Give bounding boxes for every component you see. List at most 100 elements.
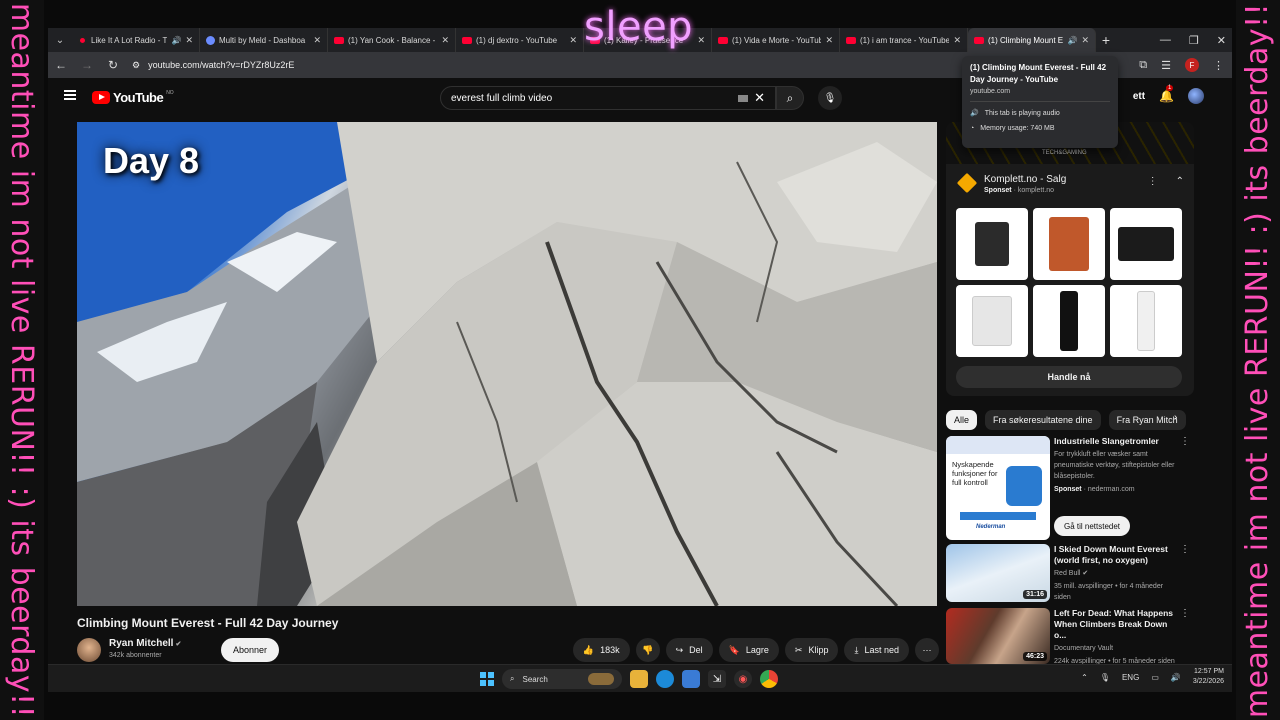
menu-icon[interactable]: ⋮ — [1213, 59, 1224, 72]
tab-hover-card: (1) Climbing Mount Everest - Full 42 Day… — [962, 56, 1118, 148]
address-bar[interactable]: ⚙ youtube.com/watch?v=rDYZr8Uz2rE — [132, 60, 294, 71]
close-tab-icon[interactable]: ✕ — [441, 35, 449, 46]
more-icon[interactable]: ⋮ — [1180, 544, 1190, 555]
youtube-logo[interactable]: YouTube NO — [92, 90, 174, 105]
thumbnail[interactable]: Nyskapende funksjoner for full kontroll … — [946, 436, 1050, 540]
close-window-icon[interactable]: ✕ — [1217, 34, 1226, 47]
product-fridge-black[interactable] — [1033, 285, 1105, 357]
language-indicator[interactable]: ENG — [1122, 673, 1139, 682]
thumbnail[interactable]: 31:16 — [946, 544, 1050, 602]
clip-button[interactable]: ✂ Klipp — [784, 638, 839, 662]
clear-search-icon[interactable]: ✕ — [754, 90, 765, 106]
share-button[interactable]: ↪ Del — [665, 638, 713, 662]
network-icon[interactable]: ▭ — [1151, 673, 1159, 682]
close-tab-icon[interactable]: ✕ — [569, 35, 577, 46]
mic-icon[interactable]: 🎙 — [1100, 673, 1110, 682]
extensions-icon[interactable]: ⧉ — [1139, 59, 1147, 72]
taskbar-search[interactable]: ⌕ Search — [502, 669, 622, 689]
tab-1[interactable]: Like It A Lot Radio - T 🔊 ✕ — [72, 28, 200, 52]
dislike-button[interactable]: 👎 — [635, 638, 660, 662]
video-player[interactable]: Day 8 — [77, 122, 937, 606]
ad-advertiser[interactable]: Komplett.no - Salg — [984, 174, 1066, 185]
youtube-icon — [974, 36, 984, 44]
site-info-icon[interactable]: ⚙ — [132, 60, 140, 71]
new-tab-button[interactable]: + — [1096, 32, 1116, 48]
tab-7[interactable]: (1) i am trance - YouTube ✕ — [840, 28, 968, 52]
close-tab-icon[interactable]: ✕ — [697, 35, 705, 46]
scissors-icon: ✂ — [794, 644, 803, 655]
save-button[interactable]: 🔖 Lagre — [718, 638, 779, 662]
close-tab-icon[interactable]: ✕ — [953, 35, 961, 46]
chip-all[interactable]: Alle — [946, 410, 978, 430]
chevron-up-icon[interactable]: ⌃ — [1081, 673, 1088, 682]
reading-list-icon[interactable]: ☰ — [1161, 59, 1171, 72]
clock[interactable]: 12:57 PM 3/22/2026 — [1193, 667, 1224, 687]
more-icon[interactable]: ⋮ — [1180, 608, 1190, 619]
volume-icon[interactable]: 🔊 — [1171, 673, 1181, 682]
product-robot-vacuum[interactable] — [956, 285, 1028, 357]
voice-search-button[interactable]: 🎙 — [818, 86, 842, 110]
windows-start-icon[interactable] — [480, 672, 494, 686]
more-icon[interactable]: ⋮ — [1180, 436, 1190, 447]
tab-2[interactable]: Multi by Meld - Dashboa ✕ — [200, 28, 328, 52]
search-highlight-icon — [588, 673, 614, 685]
sidebar: TECH&GAMING Komplett.no - Salg Sponset ·… — [946, 122, 1194, 664]
more-icon[interactable]: ⋮ — [1148, 176, 1158, 187]
search-input[interactable]: everest full climb video ✕ — [440, 86, 776, 110]
date: 3/22/2026 — [1192, 678, 1224, 685]
subscribe-button[interactable]: Abonner — [221, 638, 280, 662]
edge-icon[interactable] — [656, 670, 674, 688]
komplett-logo-icon — [956, 172, 978, 194]
list-item[interactable]: Nyskapende funksjoner for full kontroll … — [946, 436, 1194, 540]
channel-name[interactable]: Ryan Mitchell ✔ — [109, 638, 181, 649]
download-button[interactable]: ⤓ Last ned — [844, 638, 909, 662]
chip-from-search[interactable]: Fra søkeresultatene dine — [985, 410, 1101, 430]
keyboard-icon[interactable] — [738, 94, 749, 102]
toolbar-actions: ⧉ ☰ F ⋮ — [1139, 52, 1224, 78]
thumbnail[interactable]: 46:23 — [946, 608, 1050, 664]
product-coffee-machine[interactable] — [956, 208, 1028, 280]
profile-avatar[interactable]: F — [1185, 58, 1199, 72]
like-button[interactable]: 👍 183k — [572, 638, 630, 662]
menu-hamburger-icon[interactable] — [64, 90, 76, 100]
product-graphics-card[interactable] — [1110, 208, 1182, 280]
forward-icon[interactable]: → — [80, 58, 94, 72]
obs-icon[interactable]: ◉ — [734, 670, 752, 688]
notifications-button[interactable]: 🔔 1 — [1159, 85, 1174, 103]
hover-title: (1) Climbing Mount Everest - Full 42 Day… — [970, 63, 1107, 84]
ad-strip — [960, 512, 1036, 520]
collapse-icon[interactable]: ⌃ — [1176, 176, 1184, 187]
minimize-icon[interactable]: — — [1160, 34, 1171, 46]
product-phone[interactable] — [1033, 208, 1105, 280]
account-avatar[interactable] — [1188, 88, 1204, 104]
tab-6[interactable]: (1) Vida e Morte - YouTub ✕ — [712, 28, 840, 52]
speaker-icon[interactable]: 🔊 — [171, 36, 181, 45]
tab-3[interactable]: (1) Yan Cook - Balance - Y ✕ — [328, 28, 456, 52]
speaker-icon[interactable]: 🔊 — [1067, 36, 1077, 45]
rec-description: For trykkluft eller væsker samt pneumati… — [1054, 451, 1175, 480]
close-tab-icon[interactable]: ✕ — [185, 35, 193, 46]
search-button[interactable]: ⌕ — [776, 86, 804, 110]
close-tab-icon[interactable]: ✕ — [1081, 35, 1089, 46]
channel-avatar[interactable] — [77, 638, 101, 662]
product-fridge-white[interactable] — [1110, 285, 1182, 357]
chrome-icon[interactable] — [760, 670, 778, 688]
close-tab-icon[interactable]: ✕ — [825, 35, 833, 46]
visit-site-button[interactable]: Gå til nettstedet — [1054, 516, 1131, 536]
list-item[interactable]: 46:23 Left For Dead: What Happens When C… — [946, 608, 1194, 664]
more-actions-button[interactable]: ⋯ — [915, 638, 939, 662]
reload-icon[interactable]: ↻ — [106, 58, 120, 72]
maximize-icon[interactable]: ❐ — [1189, 34, 1199, 47]
file-explorer-icon[interactable] — [630, 670, 648, 688]
tab-active[interactable]: (1) Climbing Mount E 🔊 ✕ — [968, 28, 1096, 52]
close-tab-icon[interactable]: ✕ — [313, 35, 321, 46]
shop-now-button[interactable]: Handle nå — [956, 366, 1182, 388]
app-icon[interactable]: ⇲ — [708, 670, 726, 688]
create-button[interactable]: ett — [1133, 91, 1145, 102]
store-icon[interactable] — [682, 670, 700, 688]
back-icon[interactable]: ← — [54, 58, 68, 72]
tab-search-button[interactable]: ⌄ — [48, 28, 72, 52]
list-item[interactable]: 31:16 I Skied Down Mount Everest (world … — [946, 544, 1194, 604]
chevron-right-icon[interactable]: › — [1174, 412, 1177, 423]
tab-4[interactable]: (1) dj dextro - YouTube ✕ — [456, 28, 584, 52]
